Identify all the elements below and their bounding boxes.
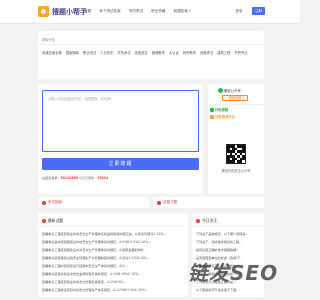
wechat-title: 微信公众号	[218, 88, 241, 93]
divider	[208, 104, 264, 105]
question-list: 我国重点工程项目建设中的安全生产管理体系和监督措施的规定是，A.安全管理与C.1…	[42, 230, 184, 294]
stats-label-total: 总题目数量：	[42, 176, 61, 180]
menu-item-test-answers[interactable]: 拿个测试答案	[99, 9, 121, 14]
wechat-panel: 微信公众号 搜索答案 扫码搜题 找答案请关注 微信扫码关注公众号	[208, 84, 264, 194]
menu-item-search[interactable]: 搜题	[84, 9, 91, 14]
stats-label-today: 今日已更新：	[78, 176, 98, 180]
breadcrumb[interactable]: 题库分类	[42, 37, 55, 42]
category-tag[interactable]: 就课答案全集	[42, 51, 62, 56]
question-input[interactable]: 请输入或粘贴题目内容，仅限题库，仅供用	[42, 90, 199, 152]
watermark: 链发SEO	[188, 261, 279, 285]
list-item[interactable]: 我国重点基本项目需建设中的安全生产管理体系的规定，A.2%B.2.5%C.10%…	[42, 238, 184, 246]
qr-caption: 微信扫码关注公众号	[221, 169, 251, 173]
qr-code	[226, 144, 246, 164]
category-tag[interactable]: 大认证	[169, 51, 179, 56]
list-item[interactable]: 我国重点工程项目建设中的安全管理实施规定，A.1%B.3%...	[42, 278, 184, 286]
practice-icon	[157, 200, 161, 205]
fire-icon	[42, 219, 46, 223]
list-item[interactable]: 我国重点工程建设项目中的安全管理生产体系规定，A.1.2%B.2.5%C.10%…	[42, 286, 184, 294]
list-item[interactable]: 我国重点工程的项目建设与建造中安全生产体系的规定，A.V...	[42, 262, 184, 270]
list-item[interactable]: 下列关于...完成保护相当的工程...	[196, 238, 260, 246]
follow-icon	[210, 114, 214, 119]
divider	[38, 226, 188, 227]
search-answer-button[interactable]: 搜索答案	[222, 95, 248, 101]
main-menu: 搜题 拿个测试答案 学历考试 职业资格 就课答案	[84, 9, 198, 14]
tab-exam-guide[interactable]: 考试指南	[38, 197, 149, 208]
stats-total: 50112686	[60, 176, 78, 180]
list-item[interactable]: 我国重点工程项目需建设中对安全生产管理体系的规定，A.国家监理机构B...	[42, 246, 184, 254]
tab-label: 考试指南	[48, 200, 62, 204]
category-tag[interactable]: 职业测试	[83, 51, 96, 56]
category-tag[interactable]: 国家题库	[66, 51, 79, 56]
menu-item-course-answers[interactable]: 就课答案	[174, 9, 191, 14]
follow-badge-text: 找答案请关注	[215, 115, 235, 119]
tab-label: 试卷习题	[163, 200, 177, 204]
list-item[interactable]: 我国重点工程项目建设中的安全生产管理体系和监督措施的规定是，A.安全管理与C.1…	[42, 230, 184, 238]
list-item[interactable]: 我国重点项目需建设的安全管理生产中管理制度的规定，A.安全C.1%D.10%..…	[42, 254, 184, 262]
category-tag[interactable]: 微博教育	[152, 51, 165, 56]
category-tag[interactable]: 学历考试	[117, 51, 130, 56]
category-panel: 题库分类 就课答案全集 国家题库 职业测试 人文历史 学历考试 技能鉴定 微博教…	[38, 31, 264, 79]
category-tag[interactable]: 技能鉴定	[135, 51, 148, 56]
scan-icon	[210, 107, 214, 112]
scan-badge-text: 扫码搜题	[215, 108, 229, 112]
menu-item-academic-exam[interactable]: 学历考试	[129, 9, 143, 14]
stats-today: 33034	[97, 176, 109, 180]
stats-line: 总题目数量：50112686 今日已更新：33034	[42, 175, 108, 180]
list-item[interactable]: 下列关于基础规定，以下哪个选项是...	[196, 230, 260, 238]
search-button[interactable]: 立即搜题	[42, 158, 199, 170]
divider	[192, 226, 264, 227]
logo-text: 搜题小帮手	[52, 7, 87, 16]
login-button[interactable]: 登录	[232, 8, 246, 15]
wechat-title-text: 微信公众号	[224, 89, 241, 93]
category-tag[interactable]: 建筑工程	[217, 51, 230, 56]
guide-icon	[42, 200, 46, 205]
register-button[interactable]: 注册	[252, 7, 265, 15]
list-item[interactable]: 如何设置正确的技术规程数据？	[196, 246, 260, 254]
logo-icon	[38, 6, 49, 17]
category-tag[interactable]: 商所教育	[183, 51, 196, 56]
panel-title: 今日关注	[202, 218, 218, 223]
category-tag[interactable]: 资格考试	[200, 51, 213, 56]
category-tag[interactable]: 外贸专业	[234, 51, 247, 56]
search-panel: 请输入或粘贴题目内容，仅限题库，仅供用 立即搜题 总题目数量：50112686 …	[38, 84, 203, 194]
wechat-icon	[218, 88, 223, 93]
list-item[interactable]: 我国重点项目的建设中安全监督管理与体系规定，A.1%B.10%C.10%...	[42, 270, 184, 278]
scan-badge[interactable]: 扫码搜题	[210, 107, 228, 112]
menu-item-qualification[interactable]: 职业资格	[151, 9, 165, 14]
follow-badge[interactable]: 找答案请关注	[210, 114, 235, 119]
latest-questions-panel: 最新试题 我国重点工程项目建设中的安全生产管理体系和监督措施的规定是，A.安全管…	[38, 213, 188, 297]
site-logo[interactable]: 搜题小帮手	[38, 6, 87, 17]
list-item[interactable]: 以下哪些情况不适合用于下面...	[196, 286, 260, 294]
category-tags: 就课答案全集 国家题库 职业测试 人文历史 学历考试 技能鉴定 微博教育 大认证…	[42, 51, 262, 56]
category-tag[interactable]: 人文历史	[100, 51, 113, 56]
panel-header: 最新试题	[42, 218, 63, 224]
panel-header: 今日关注	[196, 218, 217, 224]
divider	[38, 44, 264, 45]
star-icon	[196, 219, 200, 223]
panel-title: 最新试题	[48, 218, 64, 223]
tab-practice[interactable]: 试卷习题	[153, 197, 264, 208]
top-navbar: 搜题小帮手 搜题 拿个测试答案 学历考试 职业资格 就课答案 登录 注册	[0, 0, 300, 24]
